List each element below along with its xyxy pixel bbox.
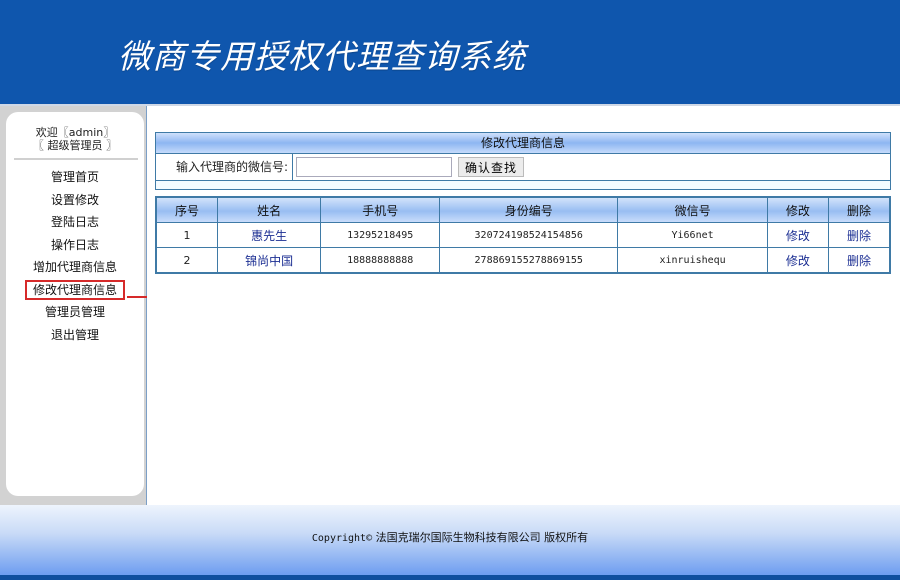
- sidebar-item-label: 管理首页: [50, 170, 99, 184]
- col-wechat: 微信号: [617, 196, 768, 223]
- main-panel: 修改代理商信息 输入代理商的微信号: 确认查找 序号 姓名 手机号 身份编号 微…: [147, 106, 899, 505]
- app-title: 微商专用授权代理查询系统: [118, 37, 526, 76]
- cell-delete: 删除: [827, 222, 891, 248]
- col-edit: 修改: [766, 196, 829, 223]
- agent-name-link[interactable]: 惠先生: [251, 229, 287, 243]
- table-row: 1 惠先生 13295218495 320724198524154856 Yi6…: [155, 222, 891, 248]
- col-delete: 删除: [827, 196, 891, 223]
- sidebar-item-logout[interactable]: 退出管理: [6, 324, 144, 347]
- panel-title: 修改代理商信息: [156, 133, 890, 154]
- table-header-row: 序号 姓名 手机号 身份编号 微信号 修改 删除: [155, 196, 891, 223]
- header-banner: 微商专用授权代理查询系统: [0, 0, 900, 104]
- sidebar-item-label: 设置修改: [50, 192, 99, 207]
- agent-name-link[interactable]: 锦尚中国: [245, 254, 293, 268]
- col-name: 姓名: [217, 196, 322, 223]
- cell-wechat: xinruishequ: [617, 247, 768, 274]
- table-row: 2 锦尚中国 18888888888 278869155278869155 xi…: [155, 247, 891, 274]
- sidebar-item-settings[interactable]: 设置修改: [6, 189, 144, 212]
- col-index: 序号: [155, 196, 219, 223]
- cell-wechat: Yi66net: [617, 222, 768, 248]
- panel-spacer: [156, 181, 890, 189]
- welcome-block: 欢迎〖admin〗 〖 超级管理员 〗: [6, 112, 144, 152]
- cell-phone: 13295218495: [320, 222, 441, 248]
- agent-table: 序号 姓名 手机号 身份编号 微信号 修改 删除 1 惠先生 132952184…: [155, 196, 891, 274]
- sidebar-item-edit-agent[interactable]: 修改代理商信息: [6, 279, 144, 302]
- wechat-search-input[interactable]: [296, 157, 452, 177]
- welcome-role: 〖 超级管理员 〗: [33, 139, 117, 152]
- welcome-user: 欢迎〖admin〗: [35, 126, 115, 139]
- sidebar-item-home[interactable]: 管理首页: [6, 166, 144, 189]
- cell-index: 1: [155, 222, 219, 248]
- sidebar-item-label: 修改代理商信息: [24, 279, 125, 300]
- sidebar: 欢迎〖admin〗 〖 超级管理员 〗 管理首页 设置修改 登陆日志 操作日志 …: [6, 112, 144, 496]
- cell-index: 2: [155, 247, 219, 274]
- sidebar-item-admin-manage[interactable]: 管理员管理: [6, 301, 144, 324]
- sidebar-item-add-agent[interactable]: 增加代理商信息: [6, 256, 144, 279]
- confirm-search-button[interactable]: 确认查找: [458, 157, 525, 177]
- sidebar-item-operation-log[interactable]: 操作日志: [6, 234, 144, 257]
- search-panel: 修改代理商信息 输入代理商的微信号: 确认查找: [155, 132, 891, 190]
- cell-delete: 删除: [827, 247, 891, 274]
- copyright-label: Copyright©: [311, 533, 373, 544]
- sidebar-item-label: 增加代理商信息: [32, 260, 117, 274]
- sidebar-divider: [14, 158, 138, 160]
- search-row: 输入代理商的微信号: 确认查找: [156, 154, 890, 181]
- content-area: 欢迎〖admin〗 〖 超级管理员 〗 管理首页 设置修改 登陆日志 操作日志 …: [0, 104, 900, 505]
- col-id-number: 身份编号: [439, 196, 619, 223]
- cell-name: 惠先生: [217, 222, 322, 248]
- sidebar-item-label: 管理员管理: [44, 305, 105, 319]
- delete-link[interactable]: 删除: [847, 229, 871, 243]
- sidebar-item-label: 退出管理: [50, 327, 99, 342]
- cell-edit: 修改: [766, 247, 829, 274]
- edit-link[interactable]: 修改: [786, 254, 810, 268]
- cell-edit: 修改: [766, 222, 829, 248]
- footer: Copyright© 法国克瑞尔国际生物科技有限公司 版权所有: [0, 505, 900, 575]
- cell-name: 锦尚中国: [217, 247, 322, 274]
- cell-phone: 18888888888: [320, 247, 441, 274]
- sidebar-menu: 管理首页 设置修改 登陆日志 操作日志 增加代理商信息 修改代理商信息 管理员管…: [6, 166, 144, 346]
- cell-id-number: 278869155278869155: [439, 247, 619, 274]
- col-phone: 手机号: [320, 196, 441, 223]
- delete-link[interactable]: 删除: [847, 254, 871, 268]
- search-label: 输入代理商的微信号:: [156, 154, 293, 180]
- copyright-text: Copyright© 法国克瑞尔国际生物科技有限公司 版权所有: [0, 529, 900, 545]
- bottom-bar: [0, 575, 900, 580]
- sidebar-item-login-log[interactable]: 登陆日志: [6, 211, 144, 234]
- cell-id-number: 320724198524154856: [439, 222, 619, 248]
- sidebar-item-label: 操作日志: [50, 237, 99, 252]
- sidebar-frame: 欢迎〖admin〗 〖 超级管理员 〗 管理首页 设置修改 登陆日志 操作日志 …: [0, 106, 147, 505]
- copyright-owner: 法国克瑞尔国际生物科技有限公司 版权所有: [375, 531, 589, 544]
- edit-link[interactable]: 修改: [786, 229, 810, 243]
- sidebar-item-label: 登陆日志: [50, 215, 99, 229]
